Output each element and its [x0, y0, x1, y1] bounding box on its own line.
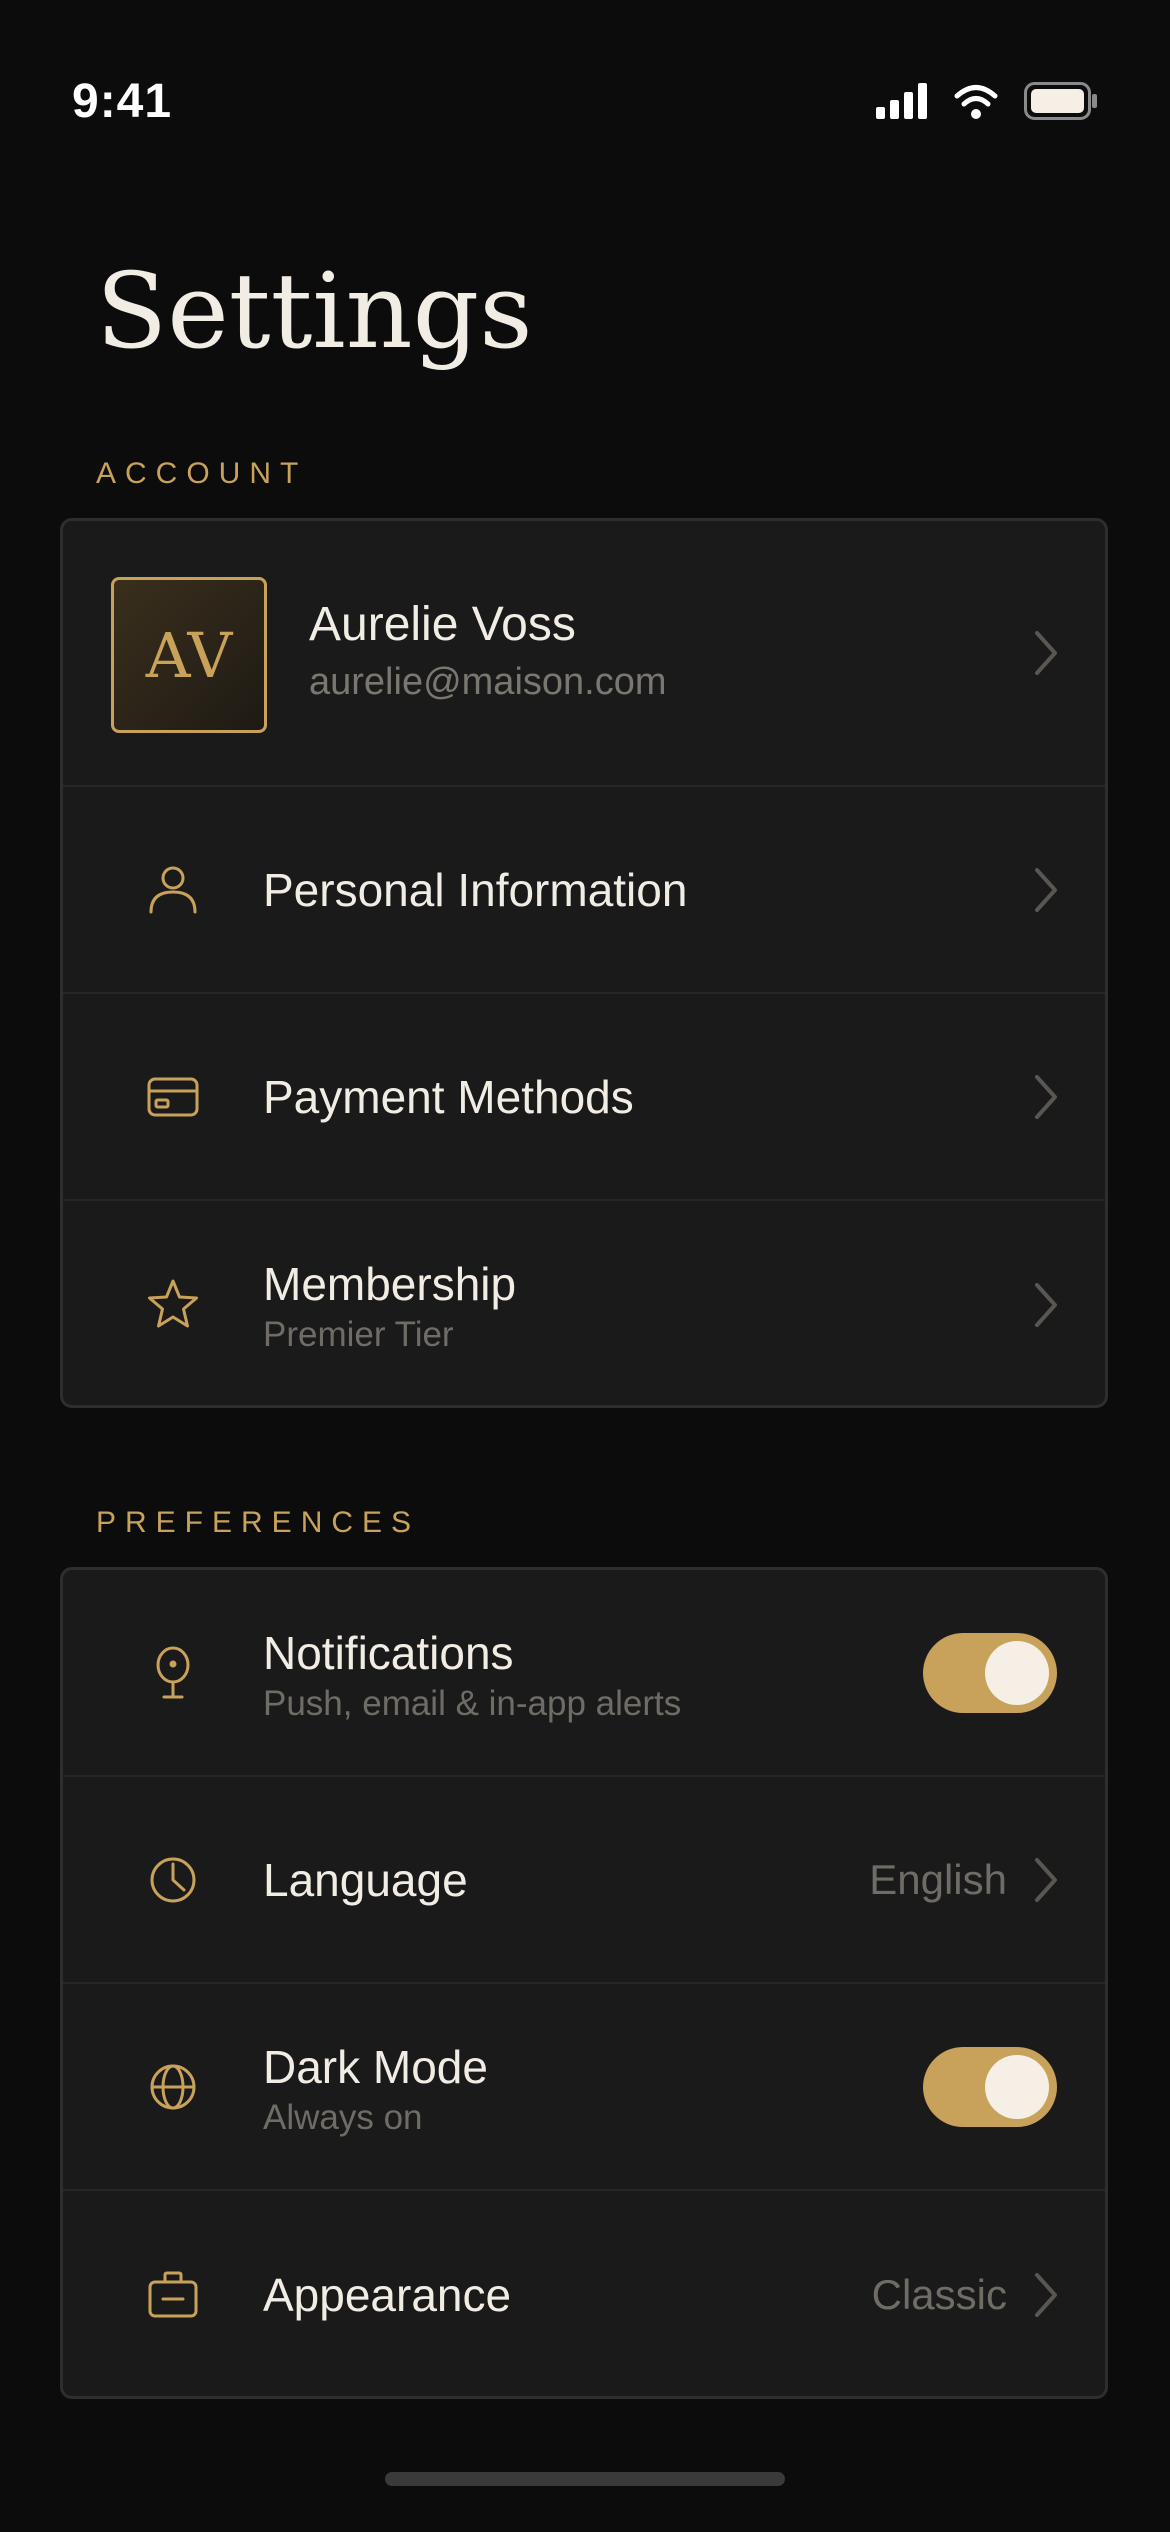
- toggle-knob: [985, 1640, 1049, 1705]
- chevron-right-icon: [1031, 1279, 1061, 1331]
- star-icon: [143, 1275, 203, 1335]
- membership-row[interactable]: Membership Premier Tier: [63, 1201, 1105, 1405]
- language-row[interactable]: Language English: [63, 1777, 1105, 1984]
- appearance-row[interactable]: Appearance Classic: [63, 2191, 1105, 2396]
- notifications-row: Notifications Push, email & in-app alert…: [63, 1570, 1105, 1777]
- status-icons: [876, 82, 1098, 125]
- membership-tier: Premier Tier: [263, 1315, 454, 1354]
- appearance-value: Classic: [871, 2270, 1007, 2318]
- chevron-right-icon: [1031, 864, 1061, 916]
- wifi-icon: [954, 83, 998, 124]
- chevron-right-icon: [1031, 1071, 1061, 1123]
- dark-mode-row: Dark Mode Always on: [63, 1984, 1105, 2191]
- home-indicator[interactable]: [385, 2472, 785, 2486]
- personal-information-row[interactable]: Personal Information: [63, 787, 1105, 994]
- page-title: Settings: [96, 250, 533, 372]
- account-card: AV Aurelie Voss aurelie@maison.com Perso…: [60, 518, 1108, 1408]
- profile-name: Aurelie Voss: [309, 598, 576, 651]
- chevron-right-icon: [1031, 2269, 1061, 2321]
- profile-email: aurelie@maison.com: [309, 661, 667, 703]
- chevron-right-icon: [1031, 627, 1061, 679]
- dark-mode-description: Always on: [263, 2098, 423, 2137]
- person-icon: [143, 860, 203, 920]
- language-label: Language: [263, 1853, 468, 1906]
- battery-icon: [1024, 82, 1098, 125]
- payment-methods-row[interactable]: Payment Methods: [63, 994, 1105, 1201]
- notifications-label: Notifications: [263, 1627, 514, 1679]
- profile-row[interactable]: AV Aurelie Voss aurelie@maison.com: [63, 521, 1105, 787]
- preferences-section-label: PREFERENCES: [96, 1506, 421, 1539]
- payment-methods-label: Payment Methods: [263, 1070, 634, 1123]
- status-bar: 9:41: [0, 0, 1170, 200]
- dark-mode-label: Dark Mode: [263, 2041, 488, 2093]
- chevron-right-icon: [1031, 1854, 1061, 1906]
- preferences-card: Notifications Push, email & in-app alert…: [60, 1567, 1108, 2399]
- appearance-label: Appearance: [263, 2268, 512, 2321]
- toggle-knob: [985, 2054, 1049, 2119]
- clock-icon: [143, 1850, 203, 1910]
- notifications-description: Push, email & in-app alerts: [263, 1684, 682, 1723]
- account-section-label: ACCOUNT: [96, 457, 308, 490]
- cellular-signal-icon: [876, 83, 928, 124]
- status-time: 9:41: [72, 75, 173, 128]
- avatar: AV: [111, 577, 267, 733]
- membership-label: Membership: [263, 1258, 517, 1310]
- briefcase-icon: [143, 2265, 203, 2325]
- notifications-toggle[interactable]: [923, 1632, 1057, 1713]
- personal-information-label: Personal Information: [263, 863, 688, 916]
- credit-card-icon: [143, 1067, 203, 1127]
- dark-mode-toggle[interactable]: [923, 2046, 1057, 2127]
- notification-pin-icon: [143, 1643, 203, 1703]
- language-value: English: [869, 1855, 1007, 1903]
- globe-icon: [143, 2057, 203, 2117]
